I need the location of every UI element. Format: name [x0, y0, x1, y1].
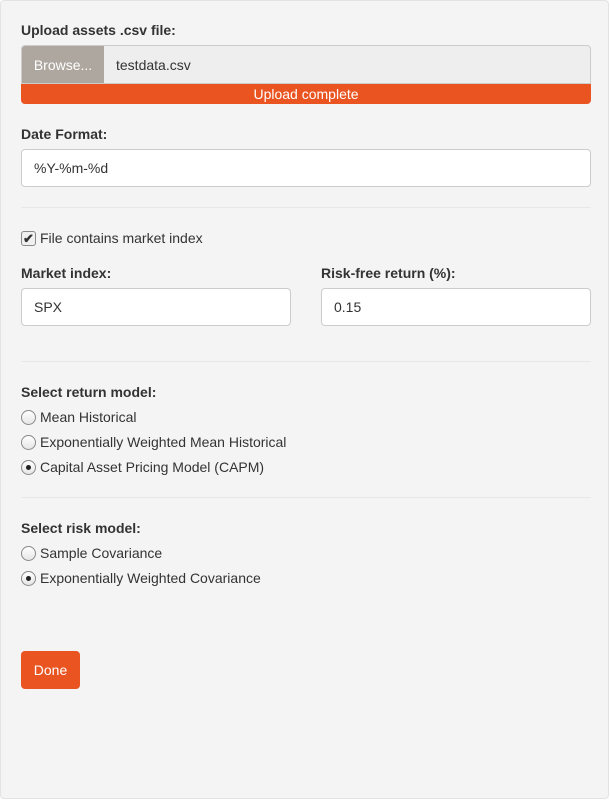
market-index-checkbox[interactable]: ✔ File contains market index: [21, 230, 203, 246]
radio-selected-icon[interactable]: [21, 459, 36, 475]
radio-icon[interactable]: [21, 545, 36, 561]
date-format-label: Date Format:: [21, 126, 108, 142]
risk-free-label: Risk-free return (%):: [321, 265, 456, 281]
market-index-input[interactable]: SPX: [21, 288, 291, 326]
radio-ew-mean-historical[interactable]: Exponentially Weighted Mean Historical: [21, 434, 286, 450]
radio-label: Exponentially Weighted Mean Historical: [40, 434, 287, 450]
divider: [21, 361, 591, 362]
risk-free-input[interactable]: 0.15: [321, 288, 591, 326]
radio-label: Sample Covariance: [40, 545, 163, 561]
radio-sample-covariance[interactable]: Sample Covariance: [21, 545, 162, 561]
radio-label: Mean Historical: [40, 409, 137, 425]
risk-model-label: Select risk model:: [21, 520, 141, 536]
radio-selected-icon[interactable]: [21, 570, 36, 586]
radio-ew-covariance[interactable]: Exponentially Weighted Covariance: [21, 570, 261, 586]
radio-icon[interactable]: [21, 409, 36, 425]
radio-label: Exponentially Weighted Covariance: [40, 570, 261, 586]
date-format-input[interactable]: %Y-%m-%d: [21, 149, 591, 187]
divider: [21, 207, 591, 208]
done-button[interactable]: Done: [21, 651, 80, 689]
radio-label: Capital Asset Pricing Model (CAPM): [40, 459, 265, 475]
browse-button[interactable]: Browse...: [22, 46, 104, 83]
radio-mean-historical[interactable]: Mean Historical: [21, 409, 136, 425]
radio-icon[interactable]: [21, 434, 36, 450]
sidebar-panel: Upload assets .csv file: Browse... testd…: [0, 0, 609, 799]
divider: [21, 497, 591, 498]
return-model-label: Select return model:: [21, 384, 157, 400]
market-index-checkbox-label: File contains market index: [40, 230, 203, 246]
radio-capm[interactable]: Capital Asset Pricing Model (CAPM): [21, 459, 264, 475]
checkbox-checked-icon[interactable]: ✔: [21, 230, 36, 246]
upload-label: Upload assets .csv file:: [21, 22, 176, 38]
file-name: testdata.csv: [116, 56, 191, 73]
upload-progress-bar: Upload complete: [21, 84, 591, 104]
file-input[interactable]: Browse... testdata.csv: [21, 45, 591, 84]
market-index-label: Market index:: [21, 265, 112, 281]
